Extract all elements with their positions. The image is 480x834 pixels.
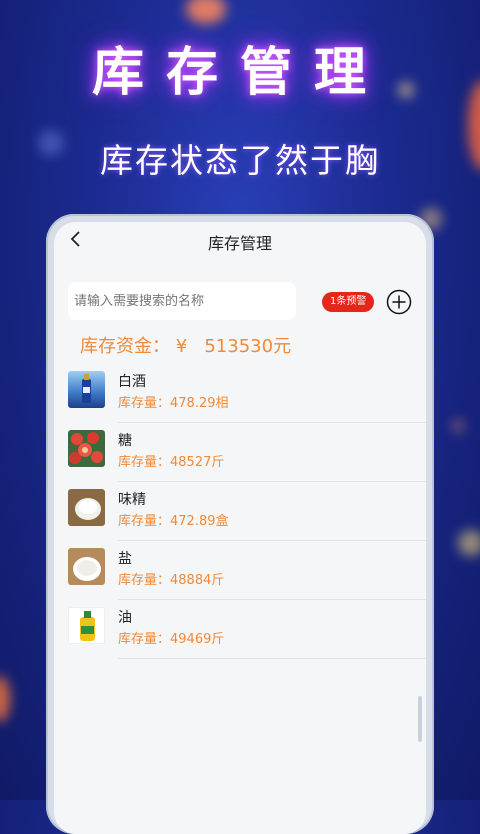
lantern-glow — [0, 676, 10, 722]
hero-subtitle: 库存状态了然于胸 — [100, 141, 380, 180]
nav-bar: 库存管理 — [54, 222, 426, 258]
page-title: 库存管理 — [207, 234, 272, 253]
salt-bowl-image — [68, 548, 105, 585]
item-name: 白酒 — [118, 374, 146, 390]
lantern-glow — [186, 0, 226, 24]
hero-title: 库存管理 — [91, 43, 388, 103]
warning-badge[interactable]: 1条预警 — [322, 292, 375, 312]
list-item[interactable]: 盐 库存量：48884斤 — [54, 541, 426, 600]
funds-currency: ¥ — [175, 336, 188, 357]
lantern-glow — [458, 530, 480, 556]
item-name: 味精 — [118, 492, 146, 508]
inventory-list: 白酒 库存量：478.29相 糖 库存量：48527斤 味精 库存量：472.8… — [54, 364, 426, 659]
item-stock: 库存量：472.89盒 — [118, 514, 229, 529]
msg-bowl-image — [68, 489, 105, 526]
phone-frame: 库存管理 1条预警 库存资金： ¥ 513530元 — [46, 214, 434, 834]
oil-bottle-image — [68, 607, 105, 644]
liquor-bottle-image — [68, 371, 105, 408]
item-stock: 库存量：478.29相 — [118, 396, 229, 411]
list-item[interactable]: 味精 库存量：472.89盒 — [54, 482, 426, 541]
phone-side-button — [418, 696, 422, 742]
app-screen: 库存管理 1条预警 库存资金： ¥ 513530元 — [54, 222, 426, 834]
search-input[interactable] — [68, 282, 296, 320]
divider — [118, 658, 426, 659]
item-name: 盐 — [118, 551, 132, 567]
inventory-funds: 库存资金： ¥ 513530元 — [80, 332, 426, 362]
candy-image — [68, 430, 105, 467]
list-item[interactable]: 糖 库存量：48527斤 — [54, 423, 426, 482]
item-name: 油 — [118, 610, 132, 626]
plus-circle-icon[interactable] — [386, 289, 412, 315]
list-item[interactable]: 白酒 库存量：478.29相 — [54, 364, 426, 423]
item-stock: 库存量：48884斤 — [118, 573, 225, 588]
funds-amount: 513530元 — [204, 336, 292, 357]
search-row: 1条预警 — [54, 274, 426, 324]
item-stock: 库存量：49469斤 — [118, 632, 225, 647]
funds-label: 库存资金： — [80, 336, 170, 357]
list-item[interactable]: 油 库存量：49469斤 — [54, 600, 426, 659]
item-name: 糖 — [118, 433, 132, 449]
lantern-glow — [452, 420, 464, 432]
item-stock: 库存量：48527斤 — [118, 455, 225, 470]
